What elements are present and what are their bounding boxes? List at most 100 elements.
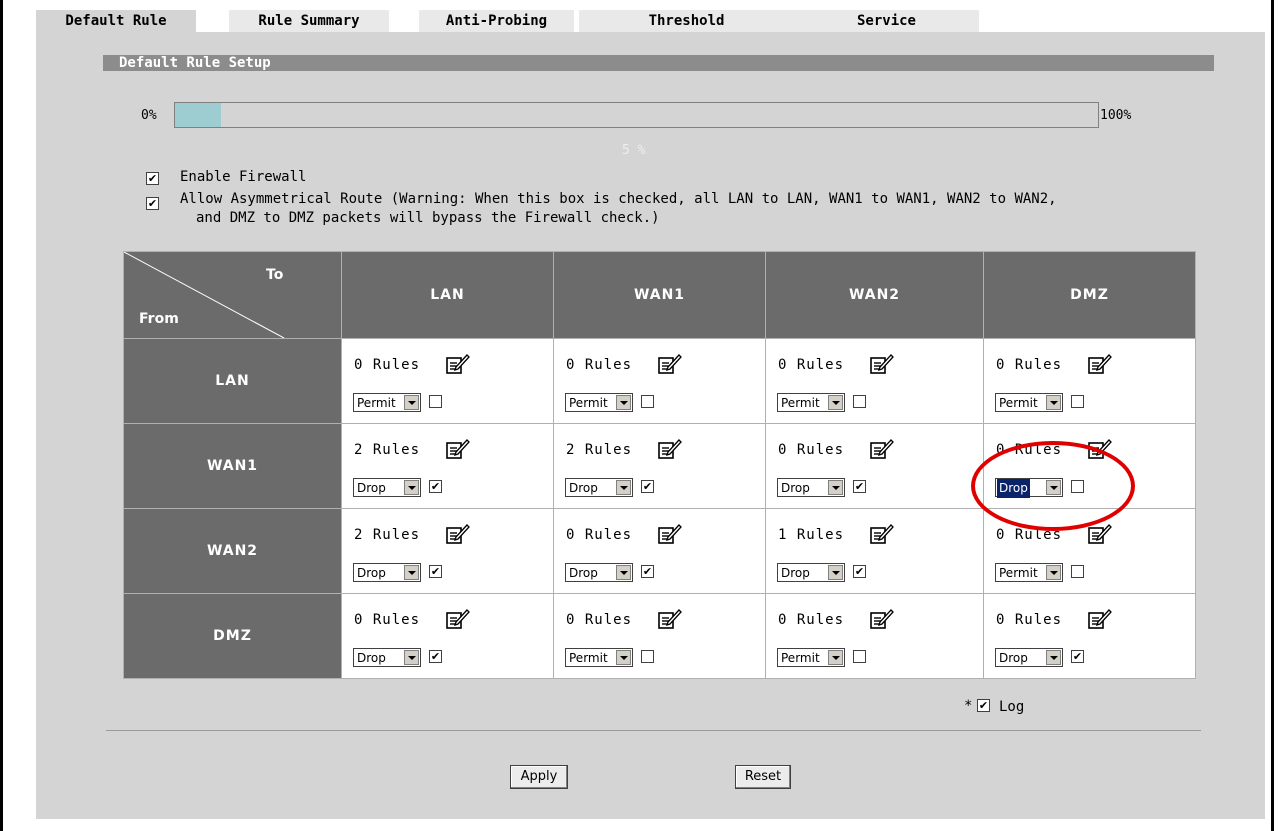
rule-cell-wan1-to-wan1: 2 Rules Drop ✔ <box>553 423 766 509</box>
progress-bar <box>174 102 1099 128</box>
action-select[interactable]: Drop <box>565 563 633 582</box>
edit-rules-icon[interactable] <box>1088 608 1112 630</box>
rule-cell-lan-to-dmz: 0 Rules Permit <box>983 338 1196 424</box>
rule-cell-dmz-to-wan1: 0 Rules Permit <box>553 593 766 679</box>
log-checkbox[interactable] <box>853 650 866 663</box>
action-value: Drop <box>781 566 810 580</box>
action-select[interactable]: Permit <box>353 393 421 412</box>
action-select[interactable]: Drop <box>995 648 1063 667</box>
action-value: Drop <box>569 566 598 580</box>
rule-count: 0 Rules <box>354 612 421 628</box>
action-value: Drop <box>781 481 810 495</box>
tab-service[interactable]: Service <box>794 10 979 32</box>
asymmetrical-route-checkbox[interactable]: ✔ <box>146 197 159 210</box>
log-checkbox[interactable] <box>853 395 866 408</box>
matrix-row-lan: LAN 0 Rules Permit 0 Rules Permit 0 Rules Perm… <box>123 338 1196 424</box>
matrix-corner: To From <box>123 251 342 339</box>
edit-rules-icon[interactable] <box>658 608 682 630</box>
to-label: To <box>266 267 284 283</box>
rule-count: 2 Rules <box>354 527 421 543</box>
action-value: Drop <box>357 651 386 665</box>
chevron-down-icon <box>828 565 843 580</box>
tab-rule-summary[interactable]: Rule Summary <box>229 10 389 32</box>
log-checkbox[interactable] <box>429 395 442 408</box>
col-header-dmz: DMZ <box>983 251 1196 339</box>
edit-rules-icon[interactable] <box>870 608 894 630</box>
log-checkbox[interactable]: ✔ <box>429 650 442 663</box>
action-select[interactable]: Permit <box>995 393 1063 412</box>
rule-count: 0 Rules <box>996 357 1063 373</box>
log-checkbox[interactable]: ✔ <box>429 480 442 493</box>
rule-cell-wan2-to-wan1: 0 Rules Drop ✔ <box>553 508 766 594</box>
row-header-wan2: WAN2 <box>123 508 342 594</box>
action-select[interactable]: Drop <box>353 648 421 667</box>
divider <box>106 730 1201 731</box>
action-select[interactable]: Drop <box>777 563 845 582</box>
edit-rules-icon[interactable] <box>870 438 894 460</box>
progress-min-label: 0% <box>141 108 157 123</box>
from-label: From <box>139 311 179 327</box>
log-checkbox[interactable]: ✔ <box>853 480 866 493</box>
edit-rules-icon[interactable] <box>1088 353 1112 375</box>
rule-cell-dmz-to-dmz: 0 Rules Drop ✔ <box>983 593 1196 679</box>
action-select[interactable]: Permit <box>777 393 845 412</box>
action-value: Permit <box>569 651 608 665</box>
action-select[interactable]: Drop <box>353 563 421 582</box>
rule-count: 0 Rules <box>778 442 845 458</box>
section-title: Default Rule Setup <box>103 55 1214 71</box>
rule-cell-wan1-to-wan2: 0 Rules Drop ✔ <box>765 423 984 509</box>
action-value: Permit <box>357 396 396 410</box>
edit-rules-icon[interactable] <box>658 438 682 460</box>
edit-rules-icon[interactable] <box>658 353 682 375</box>
rule-count: 0 Rules <box>566 357 633 373</box>
log-checkbox[interactable] <box>641 650 654 663</box>
edit-rules-icon[interactable] <box>446 438 470 460</box>
edit-rules-icon[interactable] <box>446 608 470 630</box>
progress-max-label: 100% <box>1100 108 1132 123</box>
edit-rules-icon[interactable] <box>446 353 470 375</box>
action-value: Drop <box>569 481 598 495</box>
chevron-down-icon <box>616 395 631 410</box>
action-select[interactable]: Permit <box>565 648 633 667</box>
log-checkbox[interactable] <box>1071 565 1084 578</box>
progress-fill <box>175 103 222 127</box>
action-select[interactable]: Drop <box>353 478 421 497</box>
log-checkbox[interactable]: ✔ <box>1071 650 1084 663</box>
log-checkbox[interactable]: ✔ <box>429 565 442 578</box>
action-select[interactable]: Permit <box>565 393 633 412</box>
action-value: Permit <box>781 396 820 410</box>
log-checkbox[interactable]: ✔ <box>641 565 654 578</box>
edit-rules-icon[interactable] <box>870 353 894 375</box>
rule-count: 0 Rules <box>778 357 845 373</box>
action-select[interactable]: Permit <box>777 648 845 667</box>
log-checkbox[interactable]: ✔ <box>641 480 654 493</box>
reset-button[interactable]: Reset <box>735 765 791 789</box>
apply-button[interactable]: Apply <box>510 765 568 789</box>
action-value: Permit <box>999 566 1038 580</box>
chevron-down-icon <box>404 650 419 665</box>
edit-rules-icon[interactable] <box>446 523 470 545</box>
action-value: Permit <box>999 396 1038 410</box>
edit-rules-icon[interactable] <box>870 523 894 545</box>
chevron-down-icon <box>404 565 419 580</box>
action-select[interactable]: Drop <box>565 478 633 497</box>
log-checkbox[interactable]: ✔ <box>853 565 866 578</box>
default-rule-panel: Default Rule Setup 0% 100% 5 % ✔ Enable … <box>36 32 1265 819</box>
chevron-down-icon <box>404 480 419 495</box>
tab-threshold[interactable]: Threshold <box>579 10 794 32</box>
col-header-wan1: WAN1 <box>553 251 766 339</box>
action-select[interactable]: Permit <box>995 563 1063 582</box>
action-value: Permit <box>781 651 820 665</box>
action-select[interactable]: Drop <box>777 478 845 497</box>
chevron-down-icon <box>828 395 843 410</box>
edit-rules-icon[interactable] <box>658 523 682 545</box>
edit-rules-icon[interactable] <box>1088 523 1112 545</box>
tab-default-rule[interactable]: Default Rule <box>36 10 196 32</box>
enable-firewall-checkbox[interactable]: ✔ <box>146 172 159 185</box>
col-header-wan2: WAN2 <box>765 251 984 339</box>
matrix-row-dmz: DMZ 0 Rules Drop ✔ 0 Rules Permit 0 Rules Permi… <box>123 593 1196 679</box>
rule-count: 0 Rules <box>566 527 633 543</box>
log-checkbox[interactable] <box>641 395 654 408</box>
tab-anti-probing[interactable]: Anti-Probing <box>419 10 574 32</box>
log-checkbox[interactable] <box>1071 395 1084 408</box>
